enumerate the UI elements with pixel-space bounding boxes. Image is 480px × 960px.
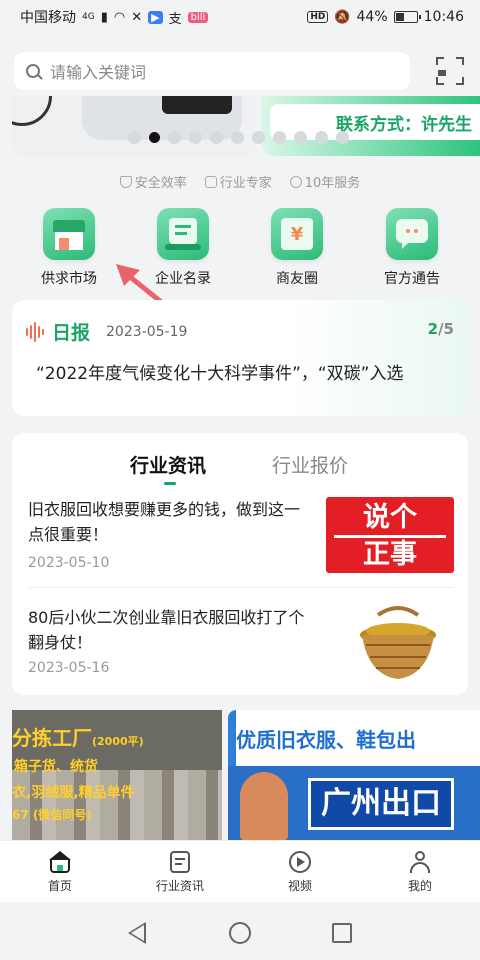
circle-icon: ¥ bbox=[271, 208, 323, 260]
video-icon bbox=[288, 851, 312, 873]
nav-home[interactable]: 首页 bbox=[0, 841, 120, 902]
carousel-dot[interactable] bbox=[273, 131, 286, 144]
quick-link-supply-market[interactable]: 供求市场 bbox=[19, 208, 119, 288]
ad-title: 分拣工厂(2000平) bbox=[12, 726, 144, 750]
daily-report-card[interactable]: 日报 2023-05-19 2/5 “2022年度气候变化十大科学事件”，“双碳… bbox=[12, 300, 468, 416]
article-title: 80后小伙二次创业靠旧衣服回收打了个翻身仗！ bbox=[28, 608, 305, 652]
coin-basket-thumbnail bbox=[360, 606, 436, 679]
scan-icon[interactable] bbox=[436, 57, 464, 85]
back-icon[interactable] bbox=[128, 922, 146, 944]
heart-icon bbox=[289, 175, 302, 188]
profile-icon bbox=[408, 851, 432, 873]
alipay-icon: 支 bbox=[168, 11, 182, 27]
bilibili-icon: bili bbox=[187, 11, 209, 23]
quick-link-label: 商友圈 bbox=[276, 271, 318, 287]
home-icon bbox=[48, 851, 72, 873]
search-placeholder[interactable]: 请输入关键词 bbox=[50, 59, 146, 83]
shop-icon bbox=[43, 208, 95, 260]
briefcase-icon bbox=[204, 175, 217, 188]
recent-apps-icon[interactable] bbox=[332, 923, 352, 943]
home-button-icon[interactable] bbox=[229, 922, 251, 944]
carousel-indicator bbox=[128, 131, 349, 144]
signal-bars-icon: ▮ bbox=[100, 9, 108, 25]
battery-icon bbox=[393, 11, 421, 23]
carousel-dot[interactable] bbox=[189, 131, 202, 144]
ad-person-image bbox=[240, 772, 288, 840]
banner-slide-current[interactable]: 联系方式：许先生 bbox=[262, 96, 480, 156]
ad-banner-sorting-factory[interactable]: 分拣工厂(2000平) 箱子货、统货 衣,羽绒服,精品单件 67 (微信同号) bbox=[12, 710, 222, 840]
nav-label: 首页 bbox=[47, 879, 72, 893]
carousel-dot[interactable] bbox=[252, 131, 265, 144]
daily-headline[interactable]: “2022年度气候变化十大科学事件”，“双碳”入选 bbox=[36, 359, 404, 384]
divider bbox=[28, 587, 454, 588]
carousel-dot[interactable] bbox=[336, 131, 349, 144]
feature-service: 10年服务 bbox=[289, 172, 360, 191]
tab-indicator bbox=[164, 482, 176, 485]
system-nav-bar bbox=[0, 902, 480, 960]
carousel-dot[interactable] bbox=[315, 131, 328, 144]
nav-label: 行业资讯 bbox=[155, 879, 204, 893]
carousel-dot[interactable] bbox=[128, 131, 141, 144]
daily-date: 2023-05-19 bbox=[106, 323, 188, 340]
battery-percent: 44% bbox=[356, 9, 388, 25]
ad-title: 优质旧衣服、鞋包出 bbox=[236, 728, 416, 752]
nav-label: 视频 bbox=[287, 879, 312, 893]
search-icon bbox=[26, 64, 40, 78]
audio-wave-icon bbox=[26, 321, 44, 342]
carousel-dot[interactable] bbox=[168, 131, 181, 144]
daily-title: 日报 bbox=[52, 322, 91, 344]
carousel-dot[interactable] bbox=[231, 131, 244, 144]
article-title: 旧衣服回收想要赚更多的钱，做到这一点很重要！ bbox=[28, 500, 301, 544]
feature-expert: 行业专家 bbox=[204, 172, 272, 191]
wifi-icon: ◠ bbox=[113, 9, 126, 25]
search-bar[interactable]: 请输入关键词 bbox=[14, 52, 410, 90]
feature-safe: 安全效率 bbox=[119, 172, 187, 191]
ad-line: 67 (微信同号) bbox=[12, 808, 92, 822]
news-article[interactable]: 80后小伙二次创业靠旧衣服回收打了个翻身仗！ 2023-05-16 bbox=[28, 605, 454, 681]
ad-line: 箱子货、统货 bbox=[14, 759, 98, 775]
quick-link-business-circle[interactable]: ¥ 商友圈 bbox=[247, 208, 347, 288]
carousel-dot[interactable] bbox=[149, 132, 160, 143]
mute-icon: 🔕 bbox=[334, 9, 351, 25]
ad-banner-export[interactable]: 优质旧衣服、鞋包出 广州出口 bbox=[228, 710, 480, 840]
no-data-icon: ✕ bbox=[131, 9, 143, 25]
ad-line: 衣,羽绒服,精品单件 bbox=[12, 785, 135, 801]
article-date: 2023-05-16 bbox=[28, 660, 110, 676]
quick-link-label: 官方通告 bbox=[384, 271, 440, 287]
carrier-label: 中国移动 bbox=[20, 10, 76, 26]
carousel-dot[interactable] bbox=[294, 131, 307, 144]
bottom-nav: 首页 行业资讯 视频 我的 bbox=[0, 840, 480, 902]
news-card: 行业资讯 行业报价 旧衣服回收想要赚更多的钱，做到这一点很重要！ 2023-05… bbox=[12, 433, 468, 695]
carousel-dot[interactable] bbox=[210, 131, 223, 144]
daily-pagination: 2/5 bbox=[427, 320, 454, 338]
article-date: 2023-05-10 bbox=[28, 555, 110, 571]
tab-industry-news[interactable]: 行业资讯 bbox=[130, 451, 206, 478]
directory-icon bbox=[157, 208, 209, 260]
battery-fill bbox=[395, 13, 405, 21]
notice-icon bbox=[386, 208, 438, 260]
nav-video[interactable]: 视频 bbox=[240, 841, 360, 902]
nav-label: 我的 bbox=[407, 879, 432, 893]
feature-strip: 安全效率 行业专家 10年服务 bbox=[0, 172, 480, 191]
news-icon bbox=[168, 851, 192, 873]
nav-industry-news[interactable]: 行业资讯 bbox=[120, 841, 240, 902]
quick-link-label: 供求市场 bbox=[41, 271, 97, 287]
tab-industry-quotes[interactable]: 行业报价 bbox=[272, 451, 348, 478]
news-article[interactable]: 旧衣服回收想要赚更多的钱，做到这一点很重要！ 2023-05-10 说个 正事 bbox=[28, 497, 454, 577]
shield-icon bbox=[119, 175, 132, 188]
banner-slide-previous[interactable] bbox=[12, 96, 256, 156]
status-bar: 中国移动 4G ▮ ◠ ✕ ▶ 支 bili HD 🔕 44% 10:46 bbox=[0, 0, 480, 34]
signal-icon: 4G bbox=[82, 12, 95, 22]
article-thumbnail: 说个 正事 bbox=[326, 497, 454, 573]
quick-link-notice[interactable]: 官方通告 bbox=[362, 208, 462, 288]
clock: 10:46 bbox=[423, 9, 464, 25]
ad-subtitle: 广州出口 bbox=[308, 778, 454, 830]
hd-icon: HD bbox=[307, 11, 329, 23]
nav-profile[interactable]: 我的 bbox=[360, 841, 480, 902]
app-notification-icon: ▶ bbox=[148, 10, 163, 24]
